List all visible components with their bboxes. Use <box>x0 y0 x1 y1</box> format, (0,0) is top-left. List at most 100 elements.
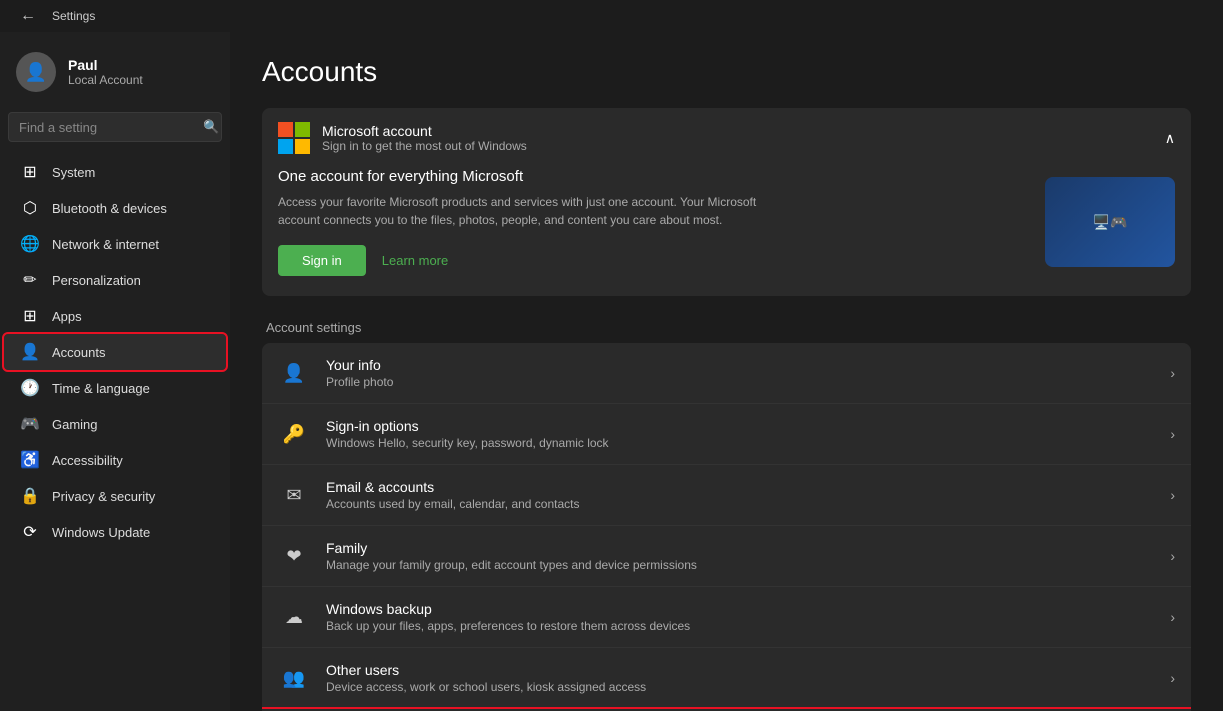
other-users-desc: Device access, work or school users, kio… <box>326 680 1154 694</box>
settings-item-email-accounts[interactable]: ✉ Email & accounts Accounts used by emai… <box>262 465 1191 526</box>
title-bar-text: Settings <box>52 9 95 23</box>
system-icon: ⊞ <box>20 162 40 182</box>
sidebar-item-bluetooth[interactable]: ⬡ Bluetooth & devices <box>4 190 226 226</box>
ms-account-body: One account for everything Microsoft Acc… <box>262 168 1191 296</box>
family-title: Family <box>326 540 1154 556</box>
ms-account-header-text: Microsoft account Sign in to get the mos… <box>322 123 527 153</box>
search-box[interactable]: 🔍 <box>8 112 222 142</box>
email-accounts-chevron: › <box>1170 487 1175 503</box>
ms-account-title: Microsoft account <box>322 123 527 139</box>
sign-in-options-icon: 🔑 <box>278 418 310 450</box>
illustration-graphic: 🖥️🎮 <box>1093 214 1128 231</box>
settings-item-your-info[interactable]: 👤 Your info Profile photo › <box>262 343 1191 404</box>
ms-logo-green <box>295 122 310 137</box>
sidebar-label-accessibility: Accessibility <box>52 453 123 468</box>
sidebar-item-accessibility[interactable]: ♿ Accessibility <box>4 442 226 478</box>
email-accounts-icon: ✉ <box>278 479 310 511</box>
family-text: Family Manage your family group, edit ac… <box>326 540 1154 572</box>
ms-account-heading: One account for everything Microsoft <box>278 168 778 185</box>
sidebar-item-accounts[interactable]: 👤 Accounts <box>4 334 226 370</box>
update-icon: ⟳ <box>20 522 40 542</box>
sidebar-label-privacy: Privacy & security <box>52 489 155 504</box>
avatar: 👤 <box>16 52 56 92</box>
email-accounts-desc: Accounts used by email, calendar, and co… <box>326 497 1154 511</box>
ms-account-header[interactable]: Microsoft account Sign in to get the mos… <box>262 108 1191 168</box>
ms-logo-icon <box>278 122 310 154</box>
sidebar-label-bluetooth: Bluetooth & devices <box>52 201 167 216</box>
windows-backup-desc: Back up your files, apps, preferences to… <box>326 619 1154 633</box>
sidebar-label-accounts: Accounts <box>52 345 105 360</box>
network-icon: 🌐 <box>20 234 40 254</box>
sidebar: 👤 Paul Local Account 🔍 ⊞ System ⬡ Blueto… <box>0 32 230 711</box>
sidebar-label-time: Time & language <box>52 381 150 396</box>
family-desc: Manage your family group, edit account t… <box>326 558 1154 572</box>
search-icon: 🔍 <box>203 119 219 135</box>
sidebar-item-time[interactable]: 🕐 Time & language <box>4 370 226 406</box>
your-info-text: Your info Profile photo <box>326 357 1154 389</box>
back-button[interactable]: ← <box>12 3 44 29</box>
sidebar-item-gaming[interactable]: 🎮 Gaming <box>4 406 226 442</box>
sidebar-label-apps: Apps <box>52 309 82 324</box>
sidebar-item-personalization[interactable]: ✏ Personalization <box>4 262 226 298</box>
sidebar-item-privacy[interactable]: 🔒 Privacy & security <box>4 478 226 514</box>
sidebar-item-update[interactable]: ⟳ Windows Update <box>4 514 226 550</box>
user-info: Paul Local Account <box>68 57 143 87</box>
ms-account-text: One account for everything Microsoft Acc… <box>278 168 778 276</box>
user-type: Local Account <box>68 73 143 87</box>
user-name: Paul <box>68 57 143 73</box>
settings-item-family[interactable]: ❤ Family Manage your family group, edit … <box>262 526 1191 587</box>
sign-in-button[interactable]: Sign in <box>278 245 366 276</box>
sidebar-label-update: Windows Update <box>52 525 150 540</box>
sign-in-options-title: Sign-in options <box>326 418 1154 434</box>
ms-logo-blue <box>278 139 293 154</box>
nav-items: ⊞ System ⬡ Bluetooth & devices 🌐 Network… <box>0 154 230 550</box>
title-bar: ← Settings <box>0 0 1223 32</box>
windows-backup-chevron: › <box>1170 609 1175 625</box>
time-icon: 🕐 <box>20 378 40 398</box>
ms-account-actions: Sign in Learn more <box>278 245 778 276</box>
learn-more-button[interactable]: Learn more <box>382 253 448 268</box>
ms-logo-yellow <box>295 139 310 154</box>
ms-logo-red <box>278 122 293 137</box>
your-info-chevron: › <box>1170 365 1175 381</box>
other-users-title: Other users <box>326 662 1154 678</box>
other-users-text: Other users Device access, work or schoo… <box>326 662 1154 694</box>
search-input[interactable] <box>19 120 195 135</box>
sidebar-label-personalization: Personalization <box>52 273 141 288</box>
ms-account-desc: Access your favorite Microsoft products … <box>278 193 778 229</box>
sidebar-item-system[interactable]: ⊞ System <box>4 154 226 190</box>
settings-item-windows-backup[interactable]: ☁ Windows backup Back up your files, app… <box>262 587 1191 648</box>
windows-backup-title: Windows backup <box>326 601 1154 617</box>
main-content: Accounts Microsoft account Sign in to ge… <box>230 32 1223 711</box>
other-users-icon: 👥 <box>278 662 310 694</box>
your-info-title: Your info <box>326 357 1154 373</box>
sidebar-item-network[interactable]: 🌐 Network & internet <box>4 226 226 262</box>
ms-account-header-left: Microsoft account Sign in to get the mos… <box>278 122 527 154</box>
email-accounts-title: Email & accounts <box>326 479 1154 495</box>
email-accounts-text: Email & accounts Accounts used by email,… <box>326 479 1154 511</box>
ms-illustration: 🖥️🎮 <box>1045 177 1175 267</box>
settings-item-sign-in-options[interactable]: 🔑 Sign-in options Windows Hello, securit… <box>262 404 1191 465</box>
your-info-icon: 👤 <box>278 357 310 389</box>
apps-icon: ⊞ <box>20 306 40 326</box>
family-chevron: › <box>1170 548 1175 564</box>
other-users-chevron: › <box>1170 670 1175 686</box>
sidebar-label-system: System <box>52 165 95 180</box>
user-profile: 👤 Paul Local Account <box>0 40 230 104</box>
sign-in-options-chevron: › <box>1170 426 1175 442</box>
windows-backup-icon: ☁ <box>278 601 310 633</box>
sidebar-item-apps[interactable]: ⊞ Apps <box>4 298 226 334</box>
accessibility-icon: ♿ <box>20 450 40 470</box>
your-info-desc: Profile photo <box>326 375 1154 389</box>
collapse-icon: ∧ <box>1165 130 1175 147</box>
sidebar-label-network: Network & internet <box>52 237 159 252</box>
page-title: Accounts <box>262 56 1191 88</box>
settings-item-other-users[interactable]: 👥 Other users Device access, work or sch… <box>262 648 1191 709</box>
settings-list: 👤 Your info Profile photo › 🔑 Sign-in op… <box>262 343 1191 711</box>
sign-in-options-text: Sign-in options Windows Hello, security … <box>326 418 1154 450</box>
windows-backup-text: Windows backup Back up your files, apps,… <box>326 601 1154 633</box>
personalization-icon: ✏ <box>20 270 40 290</box>
sign-in-options-desc: Windows Hello, security key, password, d… <box>326 436 1154 450</box>
family-icon: ❤ <box>278 540 310 572</box>
ms-account-subtitle: Sign in to get the most out of Windows <box>322 139 527 153</box>
